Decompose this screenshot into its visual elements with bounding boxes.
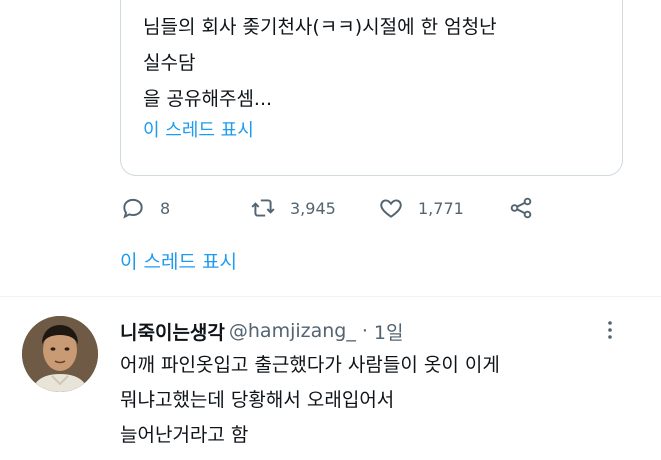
tweet-timestamp[interactable]: 1일: [374, 318, 404, 345]
reply-count: 8: [160, 198, 171, 218]
quoted-show-thread-link[interactable]: 이 스레드 표시: [143, 119, 254, 143]
retweet-button[interactable]: 3,945: [250, 192, 336, 224]
show-thread-link[interactable]: 이 스레드 표시: [120, 248, 237, 276]
tweet-header: 니죽이는생각 @hamjizang_ · 1일: [120, 316, 610, 346]
user-handle[interactable]: @hamjizang_: [229, 320, 356, 342]
reply-button[interactable]: 8: [120, 192, 170, 224]
share-icon: [510, 197, 532, 219]
like-count: 1,771: [418, 198, 464, 218]
tweet-text: 어깨 파인옷입고 출근했다가 사람들이 옷이 이게 뭐냐고했는데 당황해서 오래…: [120, 354, 500, 446]
tweet-action-bar: 8 3,945 1,771: [120, 192, 640, 224]
avatar[interactable]: [22, 316, 98, 392]
like-button[interactable]: 1,771: [378, 192, 464, 224]
header-separator: ·: [361, 320, 368, 342]
heart-icon: [380, 199, 402, 218]
display-name[interactable]: 니죽이는생각: [120, 318, 225, 345]
retweet-icon: [251, 199, 275, 217]
avatar-portrait-icon: [22, 316, 98, 392]
more-dots-icon[interactable]: [598, 318, 622, 342]
quoted-tweet-text: 님들의 회사 좆기천사(ㅋㅋ)시절에 한 엄청난 실수담 을 공유해주셈...: [143, 16, 497, 110]
quoted-tweet-card[interactable]: 님들의 회사 좆기천사(ㅋㅋ)시절에 한 엄청난 실수담 을 공유해주셈... …: [120, 0, 623, 176]
share-button[interactable]: [508, 192, 534, 224]
comment-icon: [123, 198, 143, 219]
tweet-divider: [0, 296, 661, 297]
retweet-count: 3,945: [290, 198, 336, 218]
